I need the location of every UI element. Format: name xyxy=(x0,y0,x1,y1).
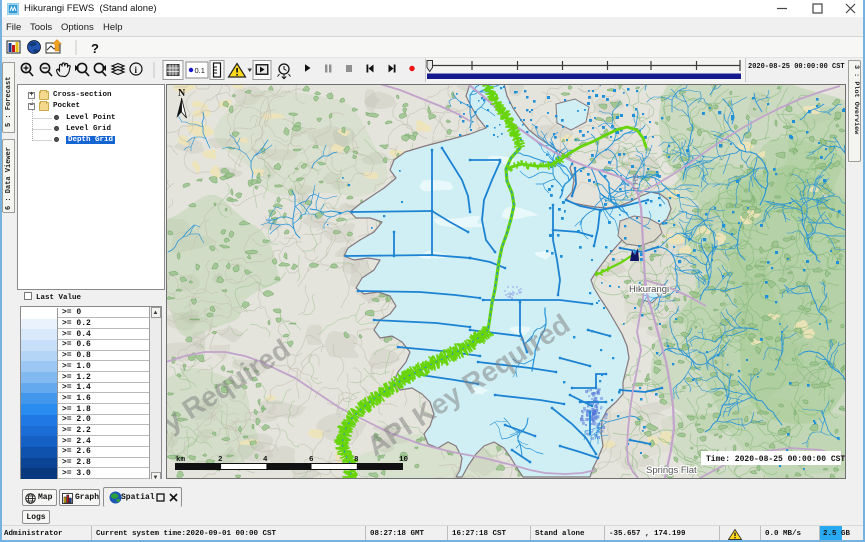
svg-text:i: i xyxy=(135,65,138,75)
svg-text:2020-08-25 00:00:00 CST: 2020-08-25 00:00:00 CST xyxy=(748,63,845,71)
svg-text:0.1: 0.1 xyxy=(195,66,205,75)
svg-text:8: 8 xyxy=(354,456,359,464)
svg-text:2: 2 xyxy=(218,456,223,464)
svg-text:SH 1: SH 1 xyxy=(631,174,640,191)
svg-text:N: N xyxy=(178,88,186,99)
svg-text:?: ? xyxy=(91,41,99,56)
svg-text:km: km xyxy=(176,456,186,464)
svg-text:10: 10 xyxy=(399,456,409,464)
svg-text:Hikurangi: Hikurangi xyxy=(629,284,669,295)
svg-text:Springs Flat: Springs Flat xyxy=(646,465,697,476)
svg-text:4: 4 xyxy=(263,456,268,464)
svg-text:6: 6 xyxy=(309,456,314,464)
svg-text:Time: 2020-08-25 00:00:00 CST: Time: 2020-08-25 00:00:00 CST xyxy=(706,455,845,464)
